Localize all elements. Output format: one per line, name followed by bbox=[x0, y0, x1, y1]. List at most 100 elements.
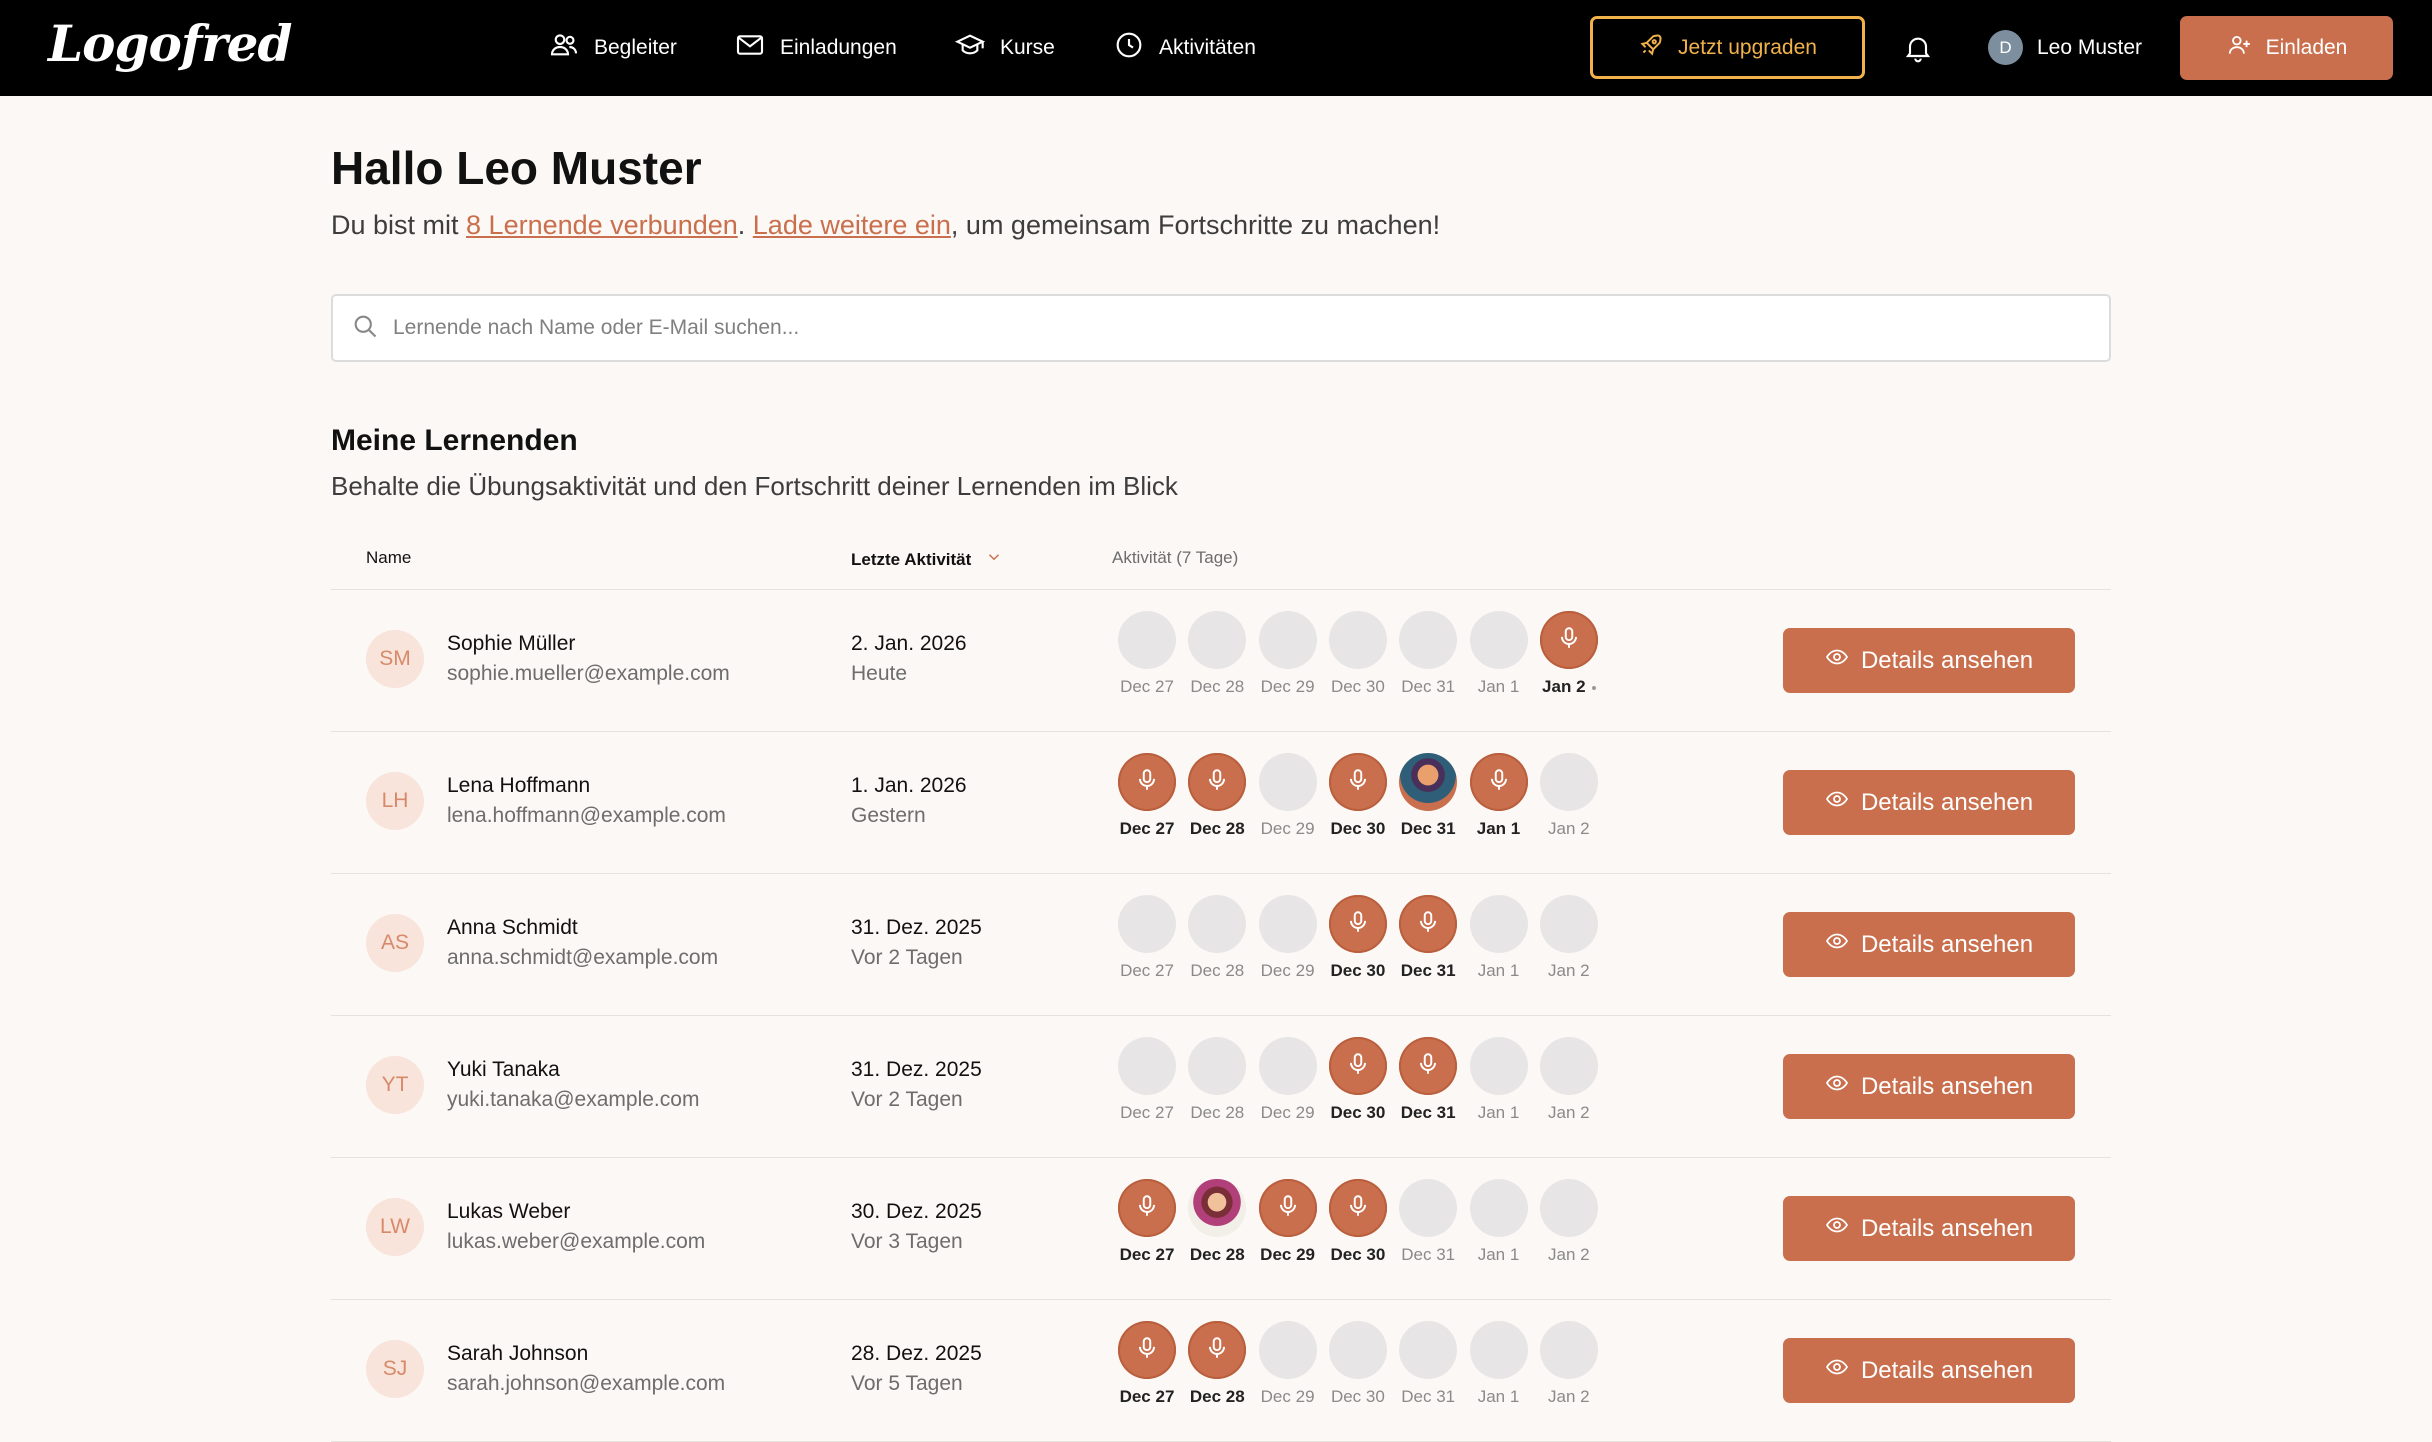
learner-email: lukas.weber@example.com bbox=[447, 1230, 706, 1253]
details-label: Details ansehen bbox=[1860, 646, 2034, 674]
activity-day-photo[interactable] bbox=[1188, 1179, 1247, 1237]
day-label-text: Jan 2 bbox=[1548, 1103, 1590, 1122]
activity-day-jan-1: Jan 1 bbox=[1464, 1179, 1534, 1279]
details-button[interactable]: Details ansehen bbox=[1783, 912, 2075, 977]
day-label: Dec 31 bbox=[1393, 677, 1463, 697]
day-label: Dec 30 bbox=[1323, 1387, 1393, 1407]
activity-day-dec-28: Dec 28 bbox=[1182, 1037, 1252, 1137]
connected-learners-link[interactable]: 8 Lernende verbunden bbox=[466, 210, 738, 240]
activity-day-jan-2: Jan 2 bbox=[1534, 753, 1604, 853]
details-button[interactable]: Details ansehen bbox=[1783, 1196, 2075, 1261]
microphone-icon bbox=[1134, 767, 1160, 798]
details-button[interactable]: Details ansehen bbox=[1783, 1054, 2075, 1119]
mail-icon bbox=[734, 29, 766, 67]
activity-day-active[interactable] bbox=[1118, 1179, 1176, 1237]
nav-label: Kurse bbox=[1000, 36, 1055, 59]
table-row: LW Lukas Weber lukas.weber@example.com 30. … bbox=[331, 1158, 2111, 1300]
activity-day-active[interactable] bbox=[1399, 1037, 1458, 1095]
day-label-text: Dec 28 bbox=[1189, 1245, 1245, 1264]
nav-label: Einladungen bbox=[780, 36, 897, 59]
day-label: Jan 1 bbox=[1464, 961, 1534, 981]
day-label-text: Jan 1 bbox=[1477, 961, 1520, 980]
details-button[interactable]: Details ansehen bbox=[1783, 1338, 2075, 1403]
activity-day-empty bbox=[1399, 611, 1458, 669]
last-activity-relative: Vor 3 Tagen bbox=[851, 1230, 963, 1253]
activity-day-active[interactable] bbox=[1328, 1037, 1387, 1095]
day-label: Dec 30 bbox=[1323, 819, 1393, 839]
search-input[interactable] bbox=[393, 316, 2043, 340]
learner-name: Yuki Tanaka bbox=[447, 1058, 560, 1081]
details-button[interactable]: Details ansehen bbox=[1783, 628, 2075, 693]
day-label: Jan 2 bbox=[1534, 819, 1604, 839]
day-label-text: Dec 31 bbox=[1401, 1245, 1456, 1264]
day-label: Jan 2 bbox=[1534, 677, 1604, 697]
activity-day-dec-27: Dec 27 bbox=[1112, 1179, 1182, 1279]
nav-item-begleiter[interactable]: Begleiter bbox=[548, 30, 677, 66]
clock-icon bbox=[1113, 29, 1145, 67]
activity-day-photo[interactable] bbox=[1399, 753, 1458, 811]
page-title: Hallo Leo Muster bbox=[331, 142, 702, 194]
day-label: Dec 30 bbox=[1323, 1103, 1393, 1123]
activity-day-active[interactable] bbox=[1399, 895, 1458, 953]
activity-day-dec-29: Dec 29 bbox=[1253, 611, 1323, 711]
day-label: Dec 27 bbox=[1112, 819, 1182, 839]
activity-day-active[interactable] bbox=[1188, 753, 1247, 811]
day-label: Dec 27 bbox=[1112, 1103, 1182, 1123]
activity-day-active[interactable] bbox=[1118, 753, 1176, 811]
day-label: Dec 31 bbox=[1393, 1387, 1463, 1407]
nav-item-aktivitaeten[interactable]: Aktivitäten bbox=[1113, 30, 1256, 66]
activity-day-dec-30: Dec 30 bbox=[1323, 611, 1393, 711]
nav-label: Aktivitäten bbox=[1159, 36, 1256, 59]
microphone-icon bbox=[1134, 1193, 1160, 1224]
activity-day-empty bbox=[1399, 1321, 1458, 1379]
nav-item-einladungen[interactable]: Einladungen bbox=[734, 30, 897, 66]
activity-day-active[interactable] bbox=[1469, 753, 1528, 811]
bell-icon[interactable] bbox=[1902, 32, 1934, 64]
activity-day-empty bbox=[1188, 611, 1247, 669]
activity-day-active[interactable] bbox=[1258, 1179, 1317, 1237]
nav-item-kurse[interactable]: Kurse bbox=[954, 30, 1055, 66]
table-row: YT Yuki Tanaka yuki.tanaka@example.com 31. … bbox=[331, 1016, 2111, 1158]
day-label: Dec 31 bbox=[1393, 819, 1463, 839]
activity-day-active[interactable] bbox=[1328, 753, 1387, 811]
day-label-text: Dec 30 bbox=[1330, 1245, 1386, 1264]
invite-more-link[interactable]: Lade weitere ein bbox=[753, 210, 951, 240]
invite-button[interactable]: Einladen bbox=[2180, 16, 2393, 80]
user-plus-icon bbox=[2226, 32, 2252, 64]
day-label-text: Dec 29 bbox=[1260, 819, 1315, 838]
table-row: LH Lena Hoffmann lena.hoffmann@example.com… bbox=[331, 732, 2111, 874]
day-label: Dec 28 bbox=[1182, 1245, 1252, 1265]
chevron-down-icon bbox=[985, 548, 1003, 571]
activity-day-empty bbox=[1258, 753, 1317, 811]
last-activity-date: 31. Dez. 2025 bbox=[851, 916, 982, 939]
nav-label: Begleiter bbox=[594, 36, 677, 59]
activity-day-jan-2: Jan 2 bbox=[1534, 895, 1604, 995]
last-activity-date: 1. Jan. 2026 bbox=[851, 774, 967, 797]
upgrade-button[interactable]: Jetzt upgraden bbox=[1590, 16, 1865, 79]
activity-day-dec-30: Dec 30 bbox=[1323, 895, 1393, 995]
learner-email: sophie.mueller@example.com bbox=[447, 662, 730, 685]
activity-day-dec-27: Dec 27 bbox=[1112, 1321, 1182, 1421]
microphone-icon bbox=[1556, 625, 1582, 656]
logo[interactable]: Logofred bbox=[48, 14, 292, 73]
learner-name: Anna Schmidt bbox=[447, 916, 578, 939]
user-menu[interactable]: D Leo Muster bbox=[1988, 30, 2142, 65]
day-label-text: Jan 1 bbox=[1477, 1245, 1520, 1264]
activity-day-active[interactable] bbox=[1118, 1321, 1176, 1379]
column-header-name[interactable]: Name bbox=[366, 548, 411, 568]
column-header-last-activity[interactable]: Letzte Aktivität bbox=[851, 548, 1003, 571]
activity-day-active[interactable] bbox=[1188, 1321, 1247, 1379]
microphone-icon bbox=[1415, 909, 1441, 940]
activity-day-empty bbox=[1258, 611, 1317, 669]
table-row: SM Sophie Müller sophie.mueller@example.co… bbox=[331, 590, 2111, 732]
intro-text: Du bist mit 8 Lernende verbunden. Lade w… bbox=[331, 210, 1440, 241]
activity-day-active[interactable] bbox=[1328, 1179, 1387, 1237]
activity-day-dec-28: Dec 28 bbox=[1182, 895, 1252, 995]
activity-day-dec-31: Dec 31 bbox=[1393, 753, 1463, 853]
activity-day-active[interactable] bbox=[1539, 611, 1598, 669]
microphone-icon bbox=[1345, 767, 1371, 798]
activity-day-dec-31: Dec 31 bbox=[1393, 895, 1463, 995]
details-button[interactable]: Details ansehen bbox=[1783, 770, 2075, 835]
section-title: Meine Lernenden bbox=[331, 424, 578, 457]
activity-day-active[interactable] bbox=[1328, 895, 1387, 953]
